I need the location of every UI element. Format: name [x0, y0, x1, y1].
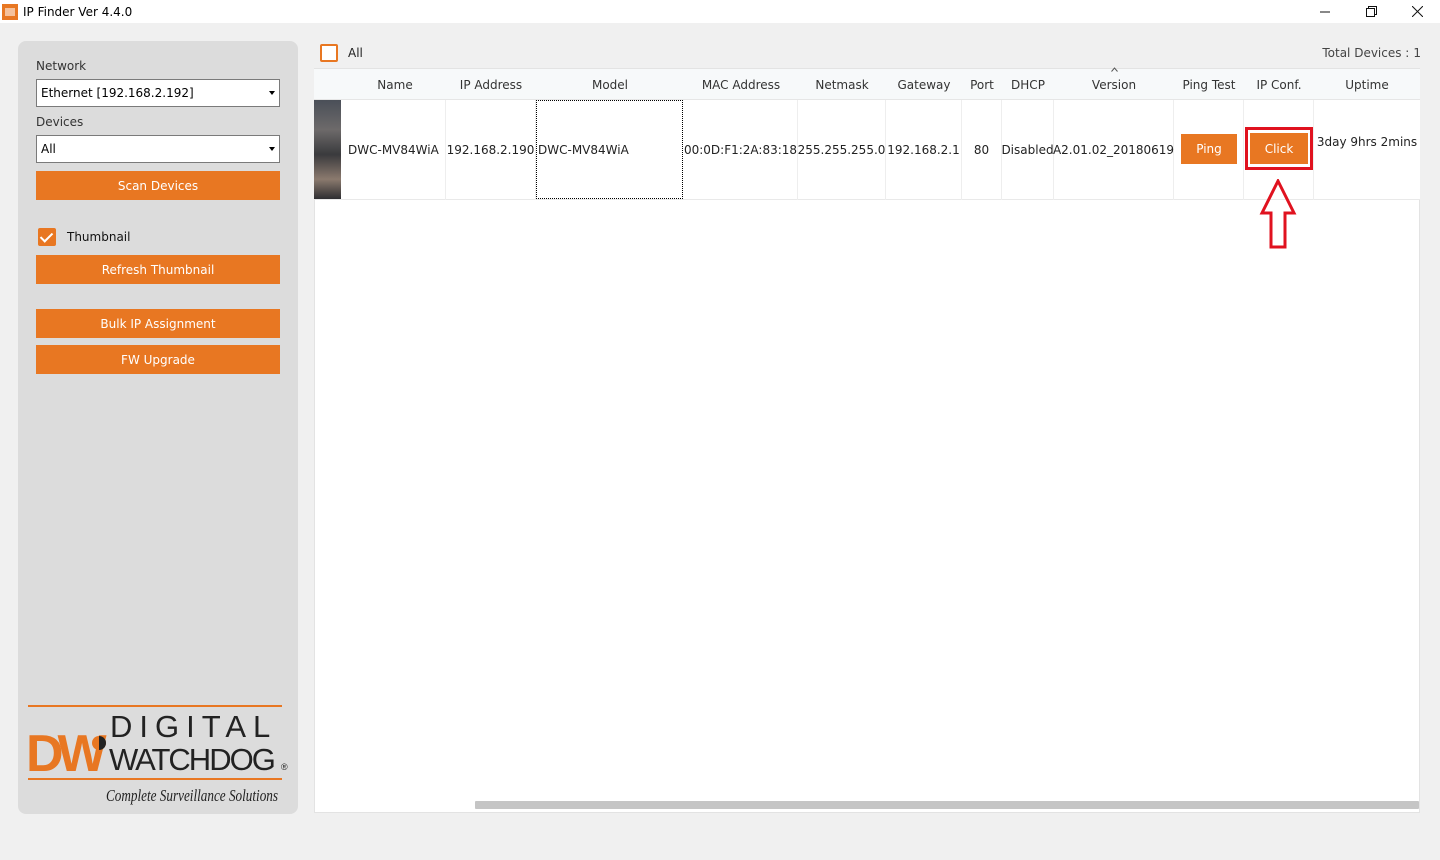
column-header-ping-test[interactable]: Ping Test: [1174, 69, 1244, 100]
cell-gateway: 192.168.2.1: [886, 100, 962, 200]
sort-ascending-icon: [1111, 67, 1118, 72]
total-devices-label: Total Devices :: [1322, 46, 1410, 60]
cell-netmask: 255.255.255.0: [798, 100, 886, 200]
select-all-label: All: [348, 46, 363, 60]
cell-uptime: 3day 9hrs 2mins: [1316, 135, 1418, 149]
column-header-mac-address[interactable]: MAC Address: [684, 69, 798, 100]
column-header-netmask[interactable]: Netmask: [798, 69, 886, 100]
total-devices-count: 1: [1413, 46, 1421, 60]
refresh-thumbnail-button[interactable]: Refresh Thumbnail: [36, 255, 280, 284]
cell-dhcp: Disabled: [1001, 100, 1054, 200]
cell-port: 80: [962, 100, 1002, 200]
column-header-model[interactable]: Model: [536, 69, 684, 100]
column-header-port[interactable]: Port: [962, 69, 1002, 100]
thumbnail-checkbox[interactable]: [38, 228, 56, 246]
cell-ip-address: 192.168.2.190: [446, 100, 536, 200]
thumbnail-option[interactable]: Thumbnail: [38, 228, 130, 246]
logo-line1: DIGITAL: [110, 709, 277, 744]
bulk-ip-assignment-button[interactable]: Bulk IP Assignment: [36, 309, 280, 338]
column-header-version[interactable]: Version: [1054, 69, 1174, 100]
thumbnail-label: Thumbnail: [67, 230, 131, 244]
total-devices: Total Devices :1: [1318, 46, 1421, 60]
restore-icon[interactable]: [1348, 0, 1394, 23]
column-header-dhcp[interactable]: DHCP: [1002, 69, 1054, 100]
close-icon[interactable]: [1394, 0, 1440, 23]
column-header-ip-conf[interactable]: IP Conf.: [1244, 69, 1314, 100]
column-header-ip-address[interactable]: IP Address: [446, 69, 536, 100]
logo-mark: DW: [26, 725, 108, 783]
ping-button[interactable]: Ping: [1181, 134, 1237, 164]
horizontal-scrollbar[interactable]: [475, 801, 1419, 809]
network-select-value: Ethernet [192.168.2.192]: [41, 86, 194, 100]
column-header-uptime[interactable]: Uptime: [1314, 69, 1420, 100]
fw-upgrade-button[interactable]: FW Upgrade: [36, 345, 280, 374]
sidebar-panel: Network Ethernet [192.168.2.192] Devices…: [18, 41, 298, 814]
annotation-arrow-icon: [1259, 179, 1297, 249]
ip-conf-button[interactable]: Click: [1250, 133, 1308, 164]
network-select[interactable]: Ethernet [192.168.2.192]: [36, 79, 280, 107]
devices-label: Devices: [36, 115, 84, 129]
dropdown-arrow-icon: [269, 147, 275, 151]
select-all[interactable]: All: [320, 44, 363, 62]
minimize-icon[interactable]: [1302, 0, 1348, 23]
column-header-name[interactable]: Name: [344, 69, 446, 100]
digital-watchdog-logo: DW DIGITAL WATCHDOG ® Complete Surveilla…: [26, 705, 288, 805]
table-header: Name IP Address Model MAC Address Netmas…: [314, 69, 1420, 100]
dropdown-arrow-icon: [269, 91, 275, 95]
devices-select-value: All: [41, 142, 56, 156]
logo-registered: ®: [281, 762, 288, 772]
cell-version: A2.01.02_20180619: [1053, 100, 1174, 200]
app-icon: [2, 3, 18, 20]
cell-model: DWC-MV84WiA: [536, 100, 683, 199]
title-bar: IP Finder Ver 4.4.0: [0, 0, 1440, 23]
camera-thumbnail: [314, 100, 341, 199]
devices-select[interactable]: All: [36, 135, 280, 163]
column-header-gateway[interactable]: Gateway: [886, 69, 962, 100]
select-all-checkbox[interactable]: [320, 44, 338, 62]
cell-name: DWC-MV84WiA: [344, 100, 446, 200]
logo-line2: WATCHDOG: [109, 742, 274, 777]
scan-devices-button[interactable]: Scan Devices: [36, 171, 280, 200]
window-title: IP Finder Ver 4.4.0: [23, 4, 133, 19]
window-controls: [1302, 0, 1440, 23]
network-label: Network: [36, 59, 87, 73]
table-row[interactable]: DWC-MV84WiA 192.168.2.190 DWC-MV84WiA 00…: [314, 100, 1420, 200]
cell-mac-address: 00:0D:F1:2A:83:18: [684, 100, 798, 200]
logo-tagline: Complete Surveillance Solutions: [106, 786, 278, 805]
